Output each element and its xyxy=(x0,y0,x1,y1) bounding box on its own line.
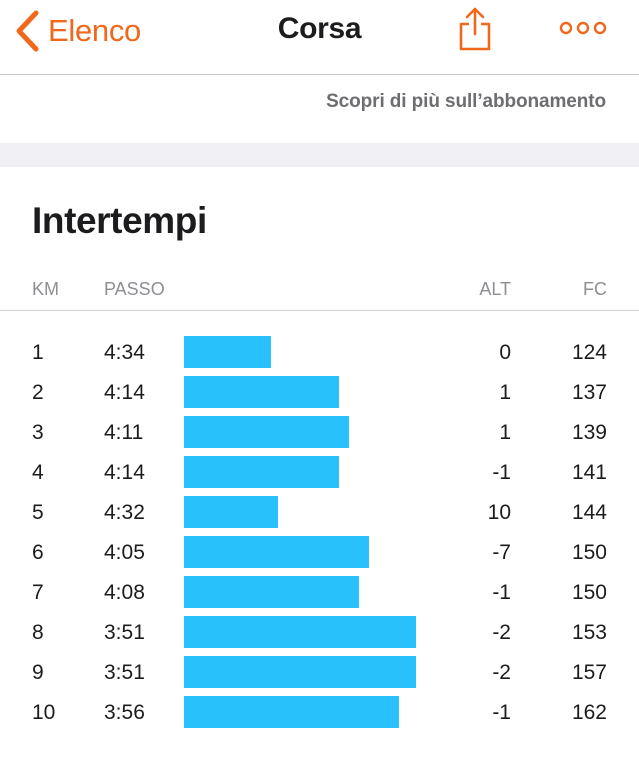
splits-title: Intertempi xyxy=(32,200,207,241)
hr-cell: 162 xyxy=(571,701,607,724)
hr-cell: 153 xyxy=(571,621,607,644)
hr-cell: 150 xyxy=(571,541,607,564)
splits-card: Intertempi KM PASSO ALT FC 1 4:34 0 1 2 4 … xyxy=(0,167,639,773)
km-cell: 7 xyxy=(32,581,44,604)
km-cell: 4 xyxy=(32,461,44,484)
pace-cell: 4:08 xyxy=(104,581,145,604)
alt-cell: 1 xyxy=(499,381,511,404)
alt-cell: -1 xyxy=(492,461,511,484)
km-cell: 10 xyxy=(32,701,56,724)
hr-cell: 141 xyxy=(571,461,607,484)
pace-cell: 4:34 xyxy=(104,341,145,364)
alt-cell: -7 xyxy=(492,541,511,564)
alt-cell: -1 xyxy=(492,701,511,724)
table-row: 3 4:11 1 139 xyxy=(0,415,639,455)
table-row: 7 4:08 -1 150 xyxy=(0,575,639,615)
pace-bar xyxy=(184,576,359,608)
column-header-pace: PASSO xyxy=(104,279,165,299)
pace-bar xyxy=(184,656,416,688)
alt-cell: -2 xyxy=(492,621,511,644)
pace-cell: 4:14 xyxy=(104,461,145,484)
subscription-banner: Scopri di più sull’abbonamento xyxy=(0,75,639,143)
table-row: 4 4:14 -1 141 xyxy=(0,455,639,495)
hr-cell: 157 xyxy=(571,661,607,684)
hr-cell: 124 xyxy=(571,341,607,364)
pace-bar xyxy=(184,536,369,568)
hr-cell: 150 xyxy=(571,581,607,604)
km-cell: 5 xyxy=(32,501,44,524)
table-row: 1 4:34 0 124 xyxy=(0,335,639,375)
alt-cell: -1 xyxy=(492,581,511,604)
pace-cell: 3:56 xyxy=(104,701,145,724)
alt-cell: 10 xyxy=(487,501,511,524)
table-row: 9 3:51 -2 157 xyxy=(0,655,639,695)
table-row: 10 3:56 -1 162 xyxy=(0,695,639,735)
share-button[interactable] xyxy=(457,6,493,52)
pace-bar xyxy=(184,416,349,448)
table-row: 6 4:05 -7 150 xyxy=(0,535,639,575)
pace-bar xyxy=(184,616,416,648)
km-cell: 9 xyxy=(32,661,44,684)
table-row: 5 4:32 10 144 xyxy=(0,495,639,535)
pace-bar xyxy=(184,696,399,728)
subscription-link[interactable]: Scopri di più sull’abbonamento xyxy=(326,91,606,113)
share-icon xyxy=(459,7,491,51)
back-button[interactable]: Elenco xyxy=(14,8,141,54)
section-divider xyxy=(0,143,639,167)
column-header-km: KM xyxy=(32,279,59,299)
column-header-hr: FC xyxy=(583,279,607,299)
chevron-left-icon xyxy=(16,10,39,52)
km-cell: 2 xyxy=(32,381,44,404)
table-row: 8 3:51 -2 153 xyxy=(0,615,639,655)
splits-table-header: KM PASSO ALT FC xyxy=(0,273,639,311)
pace-cell: 4:11 xyxy=(104,421,144,444)
pace-cell: 3:51 xyxy=(104,661,145,684)
alt-cell: -2 xyxy=(492,661,511,684)
km-cell: 3 xyxy=(32,421,44,444)
back-button-label: Elenco xyxy=(48,13,141,48)
pace-bar xyxy=(184,376,339,408)
more-button[interactable] xyxy=(558,16,608,40)
pace-bar xyxy=(184,336,271,368)
table-row: 2 4:14 1 137 xyxy=(0,375,639,415)
pace-cell: 3:51 xyxy=(104,621,145,644)
pace-cell: 4:05 xyxy=(104,541,145,564)
km-cell: 1 xyxy=(32,341,44,364)
column-header-alt: ALT xyxy=(479,279,511,299)
hr-cell: 139 xyxy=(571,421,607,444)
pace-cell: 4:14 xyxy=(104,381,145,404)
hr-cell: 144 xyxy=(571,501,607,524)
splits-table-body: 1 4:34 0 124 2 4:14 1 137 3 4:11 1 139 4… xyxy=(0,335,639,735)
pace-cell: 4:32 xyxy=(104,501,145,524)
hr-cell: 137 xyxy=(571,381,607,404)
alt-cell: 0 xyxy=(499,341,511,364)
pace-bar xyxy=(184,496,278,528)
km-cell: 6 xyxy=(32,541,44,564)
alt-cell: 1 xyxy=(499,421,511,444)
navigation-bar: Elenco Corsa xyxy=(0,0,639,75)
pace-bar xyxy=(184,456,339,488)
km-cell: 8 xyxy=(32,621,44,644)
ellipsis-icon xyxy=(559,21,607,35)
